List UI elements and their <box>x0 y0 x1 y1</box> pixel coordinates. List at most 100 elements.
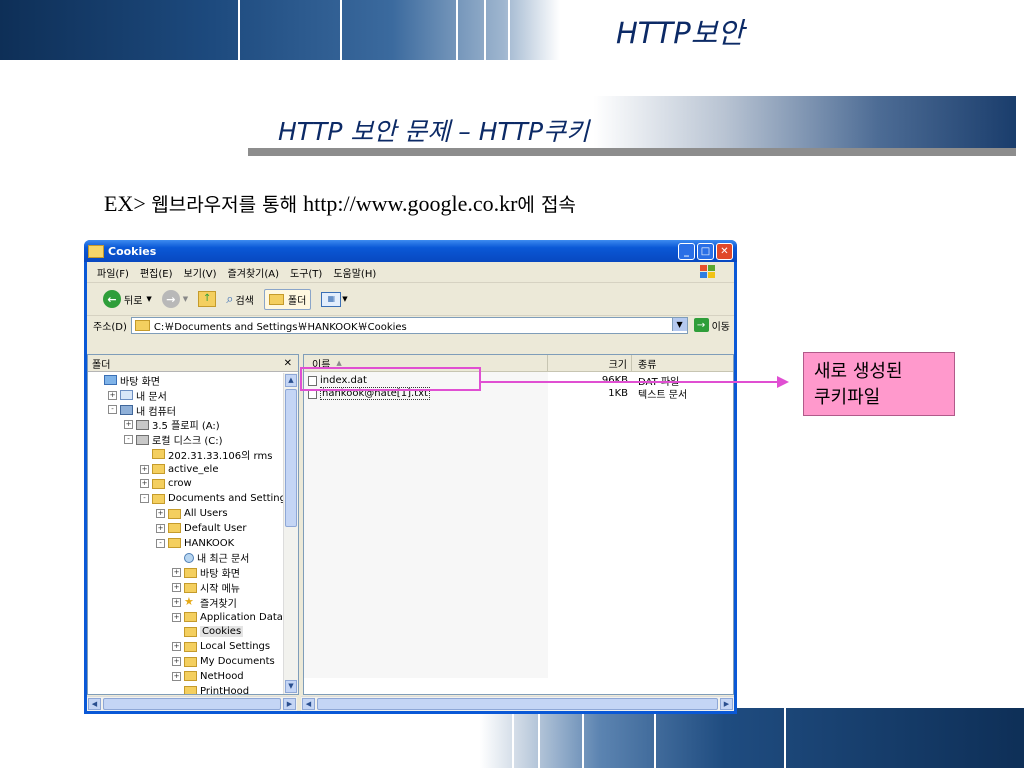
go-button[interactable]: → 이동 <box>693 318 730 333</box>
up-folder-icon: ↑ <box>198 291 217 307</box>
menu-file[interactable]: 파일(F) <box>97 265 129 280</box>
expand-icon[interactable]: + <box>172 657 181 667</box>
menu-edit[interactable]: 편집(E) <box>140 265 173 280</box>
close-icon[interactable]: ✕ <box>284 358 292 369</box>
address-bar: 주소(D) C:￦Documents and Settings￦HANKOOK￦… <box>87 316 734 334</box>
panes: 폴더 ✕ 바탕 화면 + 내 문서 - 내 컴퓨터 +3.5 플로피 (A:) - 로컬 디스… <box>87 354 734 695</box>
scroll-right-icon[interactable]: ▶ <box>720 698 733 710</box>
views-button[interactable]: ▦ ▼ <box>321 291 348 307</box>
tree-item[interactable]: 바탕 화면 <box>88 373 284 388</box>
tree-item[interactable]: 내 최근 문서 <box>88 551 284 565</box>
maximize-button[interactable]: □ <box>697 242 714 260</box>
expand-icon[interactable]: + <box>172 597 181 607</box>
left-horizontal-scrollbar[interactable]: ◀ ▶ <box>87 696 297 711</box>
scroll-left-icon[interactable]: ◀ <box>302 698 315 710</box>
tree-item-label: Local Settings <box>200 641 271 653</box>
scroll-left-icon[interactable]: ◀ <box>88 698 101 710</box>
folder-icon <box>184 656 197 667</box>
expand-icon[interactable]: + <box>140 479 149 489</box>
tree-item-label: 바탕 화면 <box>120 376 160 388</box>
close-button[interactable]: ✕ <box>716 242 733 260</box>
bottom-decor-line <box>512 708 514 768</box>
name-column-shade <box>304 372 548 678</box>
menu-favorites[interactable]: 즐겨찾기(A) <box>228 265 279 280</box>
expand-icon[interactable]: + <box>172 671 181 681</box>
chevron-down-icon: ▼ <box>182 295 189 303</box>
tree-item[interactable]: +3.5 플로피 (A:) <box>88 417 284 432</box>
up-folder-button[interactable]: ↑ <box>198 291 217 307</box>
expand-icon[interactable]: + <box>124 420 133 430</box>
tree-item[interactable]: - HANKOOK <box>88 536 284 551</box>
collapse-icon[interactable]: - <box>156 538 165 548</box>
tree-item[interactable]: + ★ 즐겨찾기 <box>88 595 284 610</box>
tree-item[interactable]: - 내 컴퓨터 <box>88 403 284 418</box>
bottom-decor-line <box>538 708 540 768</box>
slide-title: HTTP보안 <box>616 16 745 50</box>
column-type[interactable]: 종류 <box>634 355 656 371</box>
address-input[interactable]: C:￦Documents and Settings￦HANKOOK￦Cookie… <box>130 316 688 334</box>
collapse-icon[interactable]: - <box>108 405 117 415</box>
tree-item[interactable]: + My Documents <box>88 654 284 669</box>
tree-item[interactable]: + 시작 메뉴 <box>88 580 284 595</box>
scroll-thumb[interactable] <box>103 698 281 710</box>
expand-icon[interactable]: + <box>156 523 165 533</box>
tree-item[interactable]: Cookies <box>88 625 284 640</box>
forward-button[interactable]: → ▼ <box>161 290 189 308</box>
tree-item[interactable]: + active_ele <box>88 462 284 477</box>
collapse-icon[interactable]: - <box>124 435 133 445</box>
tree-item[interactable]: + Local Settings <box>88 639 284 654</box>
tree-item[interactable]: PrintHood <box>88 684 284 694</box>
tree-item-label: Cookies <box>200 626 244 638</box>
tree-item-label: Application Data <box>200 611 283 623</box>
tree-item-label: active_ele <box>168 463 219 475</box>
chevron-down-icon[interactable]: ▼ <box>671 317 687 331</box>
folder-icon <box>184 582 197 593</box>
tree-item[interactable]: + All Users <box>88 506 284 521</box>
back-arrow-icon: ← <box>103 290 121 308</box>
tree-item-label: 내 문서 <box>136 391 167 403</box>
pointer-arrow-line <box>481 381 777 383</box>
scroll-right-icon[interactable]: ▶ <box>283 698 296 710</box>
tree-item[interactable]: + 바탕 화면 <box>88 565 284 580</box>
folders-button[interactable]: 폴더 <box>263 288 312 310</box>
expand-icon[interactable]: + <box>156 509 165 519</box>
menu-help[interactable]: 도움말(H) <box>333 265 376 280</box>
tree-item[interactable]: + NetHood <box>88 669 284 684</box>
back-button[interactable]: ← 뒤로 ▼ <box>103 290 152 308</box>
views-icon: ▦ <box>321 291 342 307</box>
tree-item[interactable]: + crow <box>88 477 284 492</box>
annotation-note: 새로 생성된 쿠키파일 <box>803 352 955 416</box>
expand-icon[interactable]: + <box>172 583 181 593</box>
tree-item[interactable]: + 내 문서 <box>88 388 284 403</box>
tree-item[interactable]: + Application Data <box>88 610 284 625</box>
menu-view[interactable]: 보기(V) <box>184 265 217 280</box>
expand-icon[interactable]: + <box>108 390 117 400</box>
vertical-scrollbar[interactable]: ▲ ▼ <box>283 373 298 694</box>
scroll-up-icon[interactable]: ▲ <box>285 374 297 387</box>
tree-item[interactable]: - Documents and Settings <box>88 491 284 506</box>
file-size: 1KB <box>608 388 628 399</box>
bottom-decor-line <box>654 708 656 768</box>
column-size[interactable]: 크기 <box>548 355 632 371</box>
search-button[interactable]: ⌕ 검색 <box>226 292 254 307</box>
tree-item[interactable]: + Default User <box>88 521 284 536</box>
minimize-button[interactable]: _ <box>678 242 695 260</box>
window-titlebar[interactable]: Cookies _ □ ✕ <box>84 240 737 262</box>
menu-tools[interactable]: 도구(T) <box>290 265 322 280</box>
pc-icon <box>120 404 133 415</box>
expand-icon[interactable]: + <box>172 612 181 622</box>
scroll-down-icon[interactable]: ▼ <box>285 680 297 693</box>
chevron-down-icon: ▼ <box>146 295 152 303</box>
right-horizontal-scrollbar[interactable]: ◀ ▶ <box>301 696 734 711</box>
bottom-decor-band <box>480 708 1024 768</box>
expand-icon[interactable]: + <box>140 464 149 474</box>
bottom-scrollbars: ◀ ▶ ◀ ▶ <box>87 695 734 711</box>
scroll-thumb[interactable] <box>285 389 297 527</box>
expand-icon[interactable]: + <box>172 568 181 578</box>
tree-item[interactable]: - 로컬 디스크 (C:) <box>88 432 284 447</box>
scroll-thumb[interactable] <box>317 698 718 710</box>
tree-item[interactable]: 202.31.33.106의 rms <box>88 447 284 462</box>
expand-icon[interactable]: + <box>172 642 181 652</box>
collapse-icon[interactable]: - <box>140 494 149 504</box>
